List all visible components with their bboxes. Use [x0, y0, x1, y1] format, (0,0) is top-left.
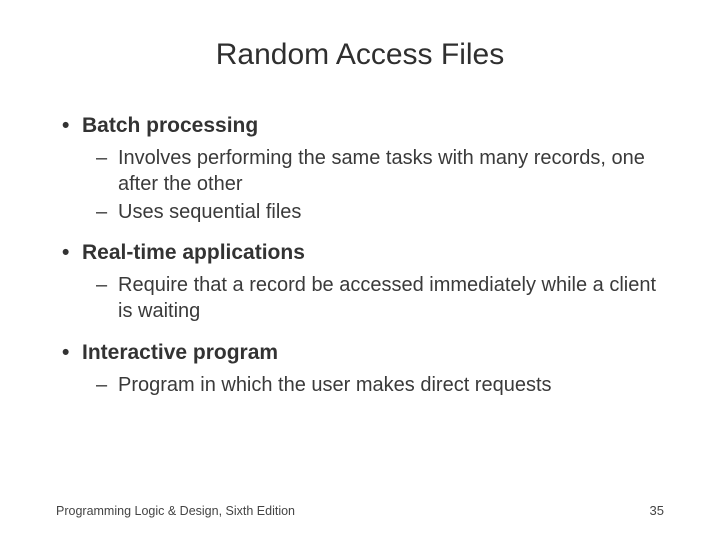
footer-text: Programming Logic & Design, Sixth Editio… — [56, 504, 295, 518]
bullet-level1: Real-time applications — [56, 239, 664, 267]
page-number: 35 — [650, 503, 664, 518]
bullet-level2: Program in which the user makes direct r… — [56, 373, 664, 399]
slide-title: Random Access Files — [56, 38, 664, 72]
slide-footer: Programming Logic & Design, Sixth Editio… — [56, 503, 664, 518]
bullet-list: Batch processing Involves performing the… — [56, 112, 664, 399]
bullet-level2: Require that a record be accessed immedi… — [56, 273, 664, 324]
bullet-level2: Uses sequential files — [56, 200, 664, 226]
bullet-level2: Involves performing the same tasks with … — [56, 146, 664, 197]
bullet-level1: Batch processing — [56, 112, 664, 140]
bullet-level1: Interactive program — [56, 339, 664, 367]
